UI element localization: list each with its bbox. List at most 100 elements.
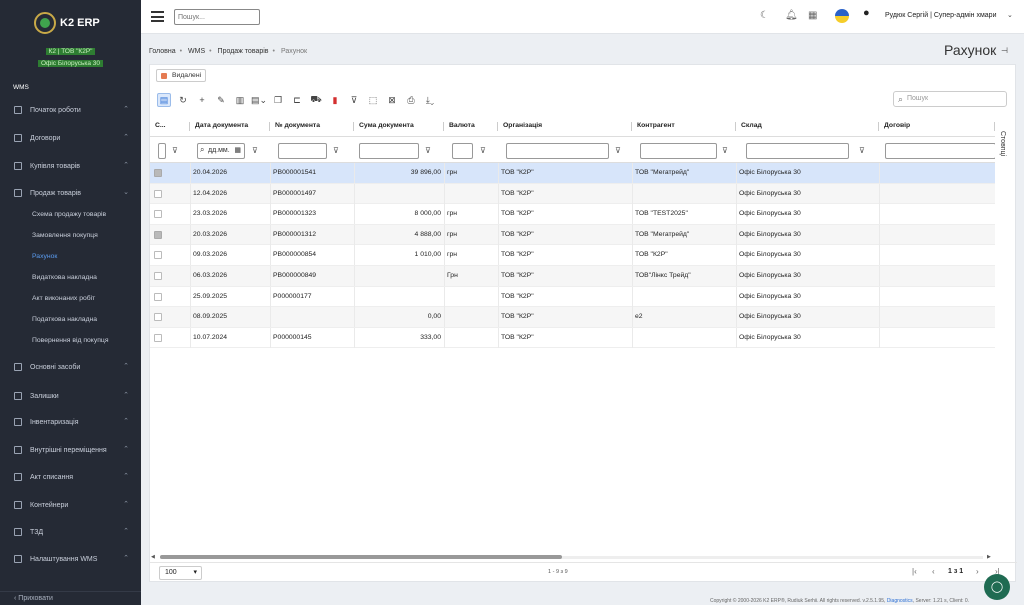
filter-icon[interactable]: ⊽ [722, 146, 728, 155]
sidebar-subitem[interactable]: Схема продажу товарів [32, 211, 106, 218]
copy-icon[interactable]: ❐ [271, 93, 285, 107]
filter-icon[interactable]: ⊽ [615, 146, 621, 155]
column-header[interactable]: Договір [879, 115, 995, 137]
chevron-down-icon[interactable]: ⌄ [1007, 11, 1013, 19]
row-checkbox[interactable] [154, 292, 162, 301]
page-size-select[interactable]: 100 [159, 566, 202, 580]
column-header[interactable]: Валюта [444, 115, 498, 137]
sidebar-item[interactable]: Інвентаризація ⌃ [0, 412, 141, 432]
sidebar-item[interactable]: Залишки ⌃ [0, 386, 141, 406]
filter-icon[interactable]: ⊽ [480, 146, 486, 155]
column-header[interactable]: С... [150, 115, 190, 137]
print-icon[interactable]: ⎙ [404, 93, 418, 107]
bell-icon[interactable]: 🔔︎ [785, 10, 798, 21]
table-row[interactable]: 23.03.2026 РВ000001323 8 000,00 грн ТОВ "К2Р… [150, 204, 995, 225]
breadcrumb-home[interactable]: Головна [149, 48, 176, 55]
scroll-left-icon[interactable]: ◀ [151, 554, 155, 560]
scroll-right-icon[interactable]: ▶ [987, 554, 991, 560]
column-filter-input[interactable] [640, 143, 717, 159]
calculator-icon[interactable]: ▥ [233, 93, 247, 107]
office-label[interactable]: Офіс Білоруська 30 [0, 58, 141, 69]
sidebar-item[interactable]: Внутрішні переміщення ⌃ [0, 440, 141, 460]
row-checkbox[interactable] [154, 333, 162, 342]
table-row[interactable]: 10.07.2024 Р000000145 333,00 ТОВ "К2Р" Офіс … [150, 327, 995, 349]
add-icon[interactable]: + [195, 93, 209, 107]
deselect-icon[interactable]: ⊠ [385, 93, 399, 107]
row-checkbox[interactable] [154, 189, 162, 198]
filter-clear-icon[interactable]: ⊽ [347, 93, 361, 107]
filter-icon[interactable]: ⊽ [859, 146, 865, 155]
horizontal-scrollbar[interactable]: ◀ ▶ [150, 554, 995, 561]
sidebar-item[interactable]: Купівля товарів ⌃ [0, 156, 141, 176]
sidebar-item[interactable]: Налаштування WMS ⌃ [0, 549, 141, 569]
sidebar-subitem[interactable]: Замовлення покупця [32, 232, 98, 239]
row-checkbox[interactable] [154, 169, 162, 177]
sidebar-item[interactable]: Продаж товарів ⌄ [0, 183, 141, 203]
prev-page-icon[interactable]: ‹ [932, 567, 935, 576]
table-row[interactable]: 09.03.2026 РВ000000854 1 010,00 грн ТОВ "К2Р… [150, 245, 995, 266]
language-flag-icon[interactable] [835, 9, 849, 23]
sidebar-subitem[interactable]: Акт виконаних робіт [32, 295, 95, 302]
deleted-filter-button[interactable]: Видалені [156, 69, 207, 82]
user-name[interactable]: Рудюк Сергій | Супер-адмін хмари [885, 12, 996, 19]
column-filter-input[interactable] [506, 143, 609, 159]
truck-icon[interactable]: ⛟ [309, 93, 323, 107]
view-toggle-icon[interactable]: ▤ [157, 93, 171, 107]
table-row[interactable]: 06.03.2026 РВ000000849 Грн ТОВ "К2Р" ТОВ"Лін… [150, 266, 995, 287]
column-header[interactable]: Склад [736, 115, 879, 137]
hierarchy-icon[interactable]: ⊏ [290, 93, 304, 107]
breadcrumb-sales[interactable]: Продаж товарів [218, 48, 269, 55]
sidebar-subitem[interactable]: Видаткова накладна [32, 274, 97, 281]
column-header[interactable]: Дата документа [190, 115, 270, 137]
grid-search-input[interactable]: Пошук [893, 91, 1007, 107]
sidebar-item[interactable]: ТЗД ⌃ [0, 522, 141, 542]
breadcrumb-wms[interactable]: WMS [188, 48, 205, 55]
refresh-icon[interactable]: ↻ [176, 93, 190, 107]
table-row[interactable]: 08.09.2025 0,00 ТОВ "К2Р" е2 Офіс Білоруська… [150, 307, 995, 328]
filter-icon[interactable]: ⊽ [252, 146, 258, 155]
scrollbar-thumb[interactable] [160, 555, 562, 559]
sidebar-item[interactable]: Акт списання ⌃ [0, 467, 141, 487]
select-all-icon[interactable]: ⬚ [366, 93, 380, 107]
delete-icon[interactable]: ▮ [328, 93, 342, 107]
sidebar-item[interactable]: Початок роботи ⌃ [0, 100, 141, 120]
row-checkbox[interactable] [154, 230, 162, 239]
column-header[interactable]: Контрагент [632, 115, 736, 137]
top-search-input[interactable] [174, 9, 260, 25]
table-row[interactable]: 20.04.2026 РВ000001541 39 896,00 грн ТОВ "К2… [150, 163, 995, 184]
document-menu-icon[interactable]: ▤⌄ [251, 93, 267, 107]
column-header[interactable]: Організація [498, 115, 632, 137]
sidebar-subitem[interactable]: Повернення від покупця [32, 337, 109, 344]
first-page-icon[interactable]: |‹ [912, 567, 917, 576]
select-all-checkbox[interactable] [158, 143, 166, 159]
filter-icon[interactable]: ⊽ [425, 146, 431, 155]
chat-icon[interactable]: ◯ [984, 574, 1010, 600]
pin-icon[interactable]: ⊣ [1001, 46, 1008, 55]
row-checkbox[interactable] [154, 251, 162, 260]
edit-pencil-icon[interactable]: ✎ [214, 93, 228, 107]
column-filter-input[interactable] [278, 143, 327, 159]
user-icon[interactable]: ● [863, 7, 870, 19]
next-page-icon[interactable]: › [976, 567, 979, 576]
sidebar-subitem[interactable]: Рахунок [32, 253, 57, 260]
table-row[interactable]: 20.03.2026 РВ000001312 4 888,00 грн ТОВ "К2Р… [150, 224, 995, 246]
date-filter-input[interactable]: дд.мм. [197, 143, 245, 159]
column-filter-input[interactable] [885, 143, 995, 159]
diagnostics-link[interactable]: Diagnostics [887, 598, 913, 604]
menu-icon[interactable] [151, 11, 164, 22]
company-label[interactable]: К2 | ТОВ "К2Р" [0, 46, 141, 57]
table-row[interactable]: 25.09.2025 Р000000177 ТОВ "К2Р" Офіс Білору… [150, 286, 995, 308]
column-filter-input[interactable] [359, 143, 419, 159]
sidebar-item[interactable]: Договори ⌃ [0, 128, 141, 148]
row-checkbox[interactable] [154, 210, 162, 219]
columns-side-tab[interactable]: Стовпці [997, 131, 1015, 191]
apps-grid-icon[interactable]: ▦ [808, 10, 817, 21]
filter-icon[interactable]: ⊽ [172, 146, 178, 155]
sidebar-item[interactable]: Контейнери ⌃ [0, 495, 141, 515]
row-checkbox[interactable] [154, 313, 162, 322]
table-row[interactable]: 12.04.2026 РВ000001497 ТОВ "К2Р" Офіс Білор… [150, 183, 995, 205]
row-checkbox[interactable] [154, 272, 162, 280]
filter-icon[interactable]: ⊽ [333, 146, 339, 155]
column-filter-input[interactable] [452, 143, 473, 159]
column-header[interactable]: Сума документа [354, 115, 444, 137]
